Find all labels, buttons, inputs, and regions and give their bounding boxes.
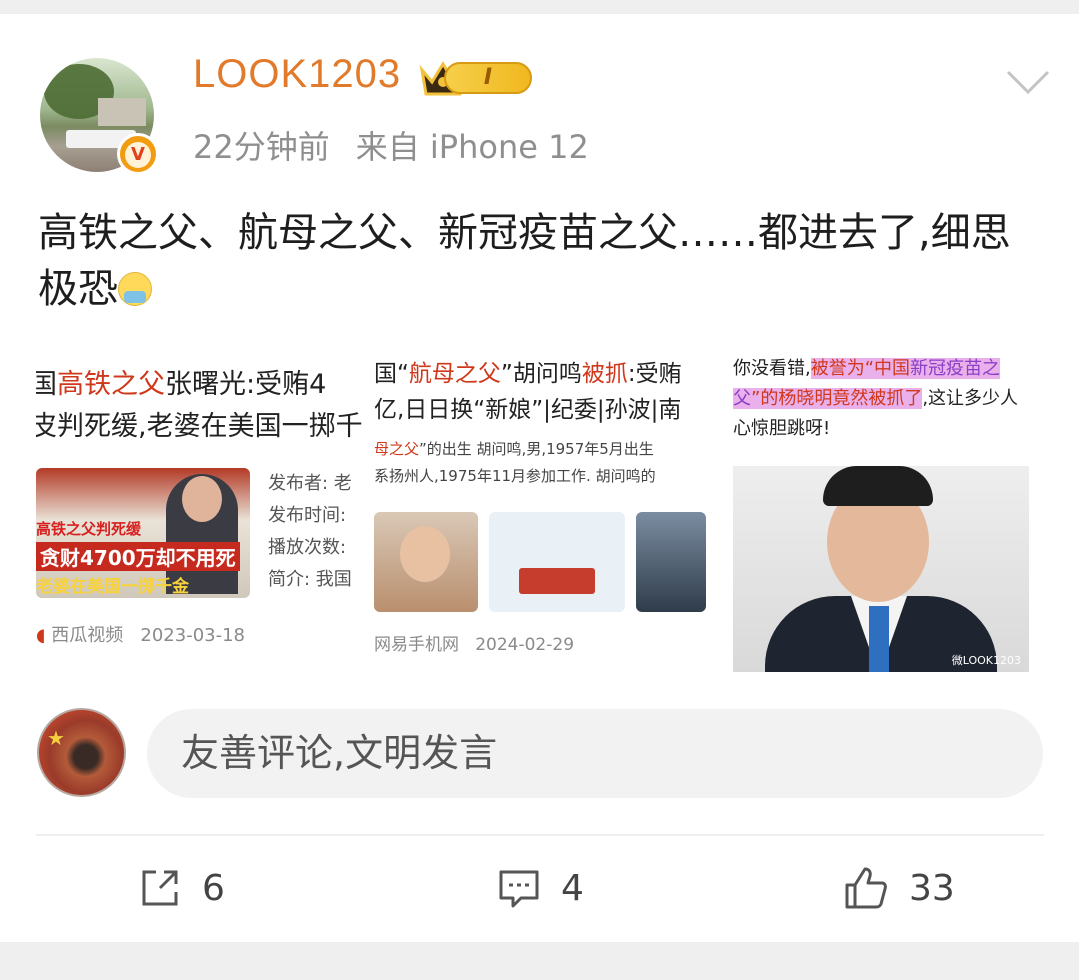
like-button[interactable]: 33	[843, 862, 955, 914]
share-count: 6	[202, 867, 225, 909]
image-2-thumbnail-portrait	[374, 512, 478, 612]
share-button[interactable]: 6	[138, 862, 225, 914]
member-crown-badge[interactable]: I	[418, 56, 534, 100]
verified-badge-icon: V	[117, 133, 159, 175]
post-text: 高铁之父、航母之父、新冠疫苗之父……都进去了,细思极恐	[38, 210, 1011, 312]
image-3-portrait: 微LOOK1203	[733, 466, 1029, 672]
image-1-source: ◖ 西瓜视频 2023-03-18	[36, 625, 245, 646]
bottom-separator	[0, 942, 1079, 980]
image-1-headline: 国高铁之父张曙光:受贿4 皮判死缓,老婆在美国一掷千	[36, 369, 363, 442]
image-3-watermark: 微LOOK1203	[951, 654, 1021, 667]
image-1-video-info: 发布者: 老 发布时间: 播放次数: 简介: 我国	[268, 473, 352, 590]
image-3-screenshot[interactable]: 你没看错,被誉为“中国新冠疫苗之父”的杨晓明竟然被抓了,这让多少人心惊胆跳呀! …	[733, 346, 1033, 672]
image-2-thumbnail-photo	[636, 512, 706, 612]
post-body: 高铁之父、航母之父、新冠疫苗之父……都进去了,细思极恐	[38, 205, 1048, 317]
author-username[interactable]: LOOK1203	[193, 52, 401, 97]
thumbs-up-icon	[845, 867, 887, 909]
share-icon	[142, 870, 178, 906]
comment-icon	[499, 870, 539, 908]
post-meta: 22分钟前 来自 iPhone 12	[193, 122, 589, 168]
sweat-smile-emoji-icon	[118, 272, 152, 306]
image-2-screenshot[interactable]: 国“航母之父”胡问鸣被抓:受贿 亿,日日换“新娘”|纪委|孙波|南 母之父”的出…	[374, 346, 706, 672]
image-1-video-thumbnail: 高铁之父判死缓 贪财4700万却不用死 老婆在美国一掷千金	[36, 468, 250, 598]
image-2-snippet: 母之父”的出生 胡问鸣,男,1957年5月出生 系扬州人,1975年11月参加工…	[374, 440, 656, 485]
current-user-avatar[interactable]: ★	[37, 708, 126, 797]
post-source: 来自 iPhone 12	[355, 128, 589, 166]
image-3-caption: 你没看错,被誉为“中国新冠疫苗之父”的杨晓明竟然被抓了,这让多少人心惊胆跳呀!	[733, 358, 1019, 439]
image-2-thumbnail-illustration	[489, 512, 625, 612]
member-level-label: I	[444, 62, 532, 94]
post-time: 22分钟前	[193, 128, 330, 166]
comment-button[interactable]: 4	[497, 862, 584, 914]
like-count: 33	[909, 867, 955, 909]
chevron-down-icon[interactable]	[1006, 68, 1050, 98]
divider	[36, 834, 1044, 836]
image-2-headline: 国“航母之父”胡问鸣被抓:受贿 亿,日日换“新娘”|纪委|孙波|南	[374, 361, 682, 423]
image-1-screenshot[interactable]: 国高铁之父张曙光:受贿4 皮判死缓,老婆在美国一掷千 高铁之父判死缓 贪财470…	[36, 346, 366, 672]
comment-input[interactable]: 友善评论,文明发言	[147, 709, 1043, 798]
image-2-source: 网易手机网 2024-02-29	[374, 635, 575, 655]
comment-count: 4	[561, 867, 584, 909]
top-separator	[0, 0, 1079, 14]
